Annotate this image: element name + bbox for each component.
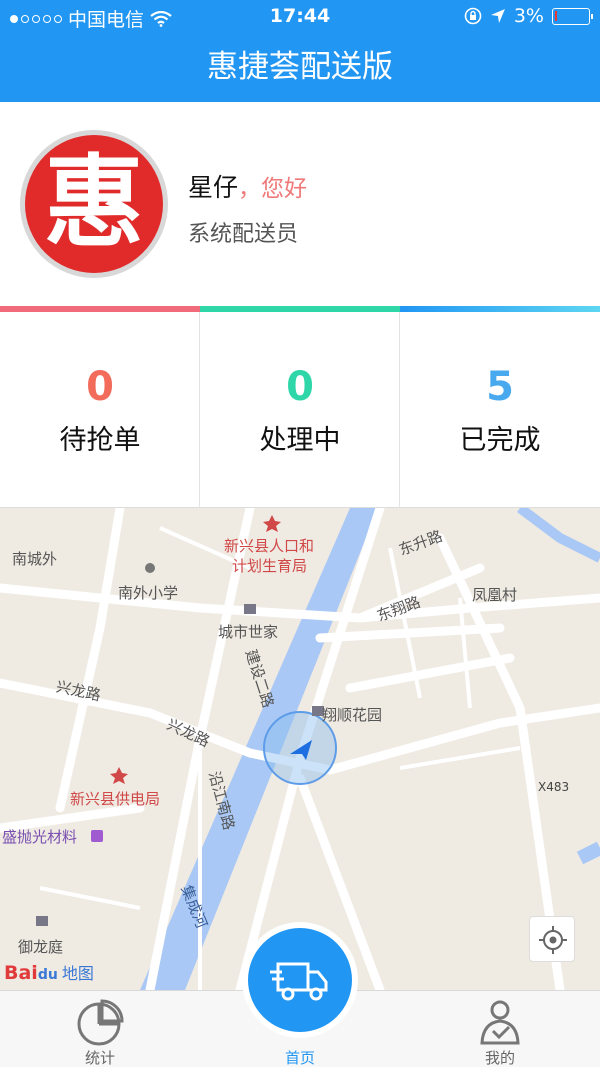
user-greeting: 星仔，您好 — [188, 168, 307, 204]
map-label: 新兴县供电局 — [70, 790, 161, 808]
home-button[interactable] — [242, 922, 358, 1038]
profile-card: 惠 星仔，您好 系统配送员 — [0, 102, 600, 306]
brand-logo: 惠 — [20, 130, 168, 278]
rotation-lock-icon — [464, 7, 482, 25]
delivery-map[interactable]: 南城外 南外小学 新兴县人口和 计划生育局 城市世家 东升路 东翔路 凤凰村 建… — [0, 508, 600, 990]
stat-label: 待抢单 — [59, 425, 141, 456]
stat-count: 0 — [286, 364, 314, 410]
crosshair-icon — [539, 926, 567, 954]
nav-title: 惠捷荟配送版 — [0, 34, 600, 102]
stat-count: 0 — [86, 364, 114, 410]
stat-color-bar — [200, 306, 400, 312]
map-label: 新兴县人口和 — [224, 537, 315, 555]
stat-completed[interactable]: 5 已完成 — [400, 306, 600, 508]
greeting-text: ，您好 — [238, 176, 308, 202]
location-arrow-icon — [490, 9, 505, 23]
map-label: 南外小学 — [118, 584, 179, 602]
map-label: 凤凰村 — [472, 586, 518, 604]
status-bar: 中国电信 17:44 3% — [0, 0, 600, 34]
stat-count: 5 — [486, 364, 514, 410]
stat-label: 已完成 — [459, 425, 541, 456]
map-label: 盛抛光材料 — [2, 828, 78, 846]
map-label: 城市世家 — [218, 623, 279, 641]
tab-label: 我的 — [484, 1049, 515, 1067]
tab-profile[interactable]: 我的 — [400, 991, 600, 1067]
stat-processing[interactable]: 0 处理中 — [200, 306, 400, 508]
tab-label: 统计 — [84, 1049, 115, 1067]
stat-color-bar — [400, 306, 600, 312]
map-label: 翔顺花园 — [322, 706, 383, 724]
user-role: 系统配送员 — [188, 222, 299, 247]
map-label: 御龙庭 — [18, 938, 64, 956]
tab-statistics[interactable]: 统计 — [0, 991, 200, 1067]
delivery-truck-icon — [270, 962, 328, 1001]
map-label: X483 — [538, 780, 570, 794]
tab-label: 首页 — [284, 1049, 315, 1067]
map-label: 南城外 — [12, 550, 58, 568]
map-label: 计划生育局 — [232, 557, 308, 575]
user-name: 星仔 — [188, 173, 239, 202]
stat-label: 处理中 — [259, 425, 341, 456]
map-roads — [0, 508, 600, 990]
battery-percent: 3% — [513, 5, 544, 27]
baidu-logo-du: du — [37, 967, 58, 983]
baidu-logo-bai: Bai — [4, 962, 38, 984]
brand-logo-char: 惠 — [25, 135, 163, 273]
baidu-logo-map: 地图 — [61, 964, 94, 983]
user-icon — [480, 1000, 520, 1045]
pie-chart-icon — [77, 999, 124, 1046]
locate-me-button[interactable] — [529, 916, 575, 962]
battery-icon — [552, 7, 593, 25]
order-stats: 0 待抢单 0 处理中 5 已完成 — [0, 306, 600, 508]
stat-color-bar — [0, 306, 200, 312]
stat-pending[interactable]: 0 待抢单 — [0, 306, 200, 508]
baidu-map-logo: Baidu 地图 — [4, 960, 94, 984]
